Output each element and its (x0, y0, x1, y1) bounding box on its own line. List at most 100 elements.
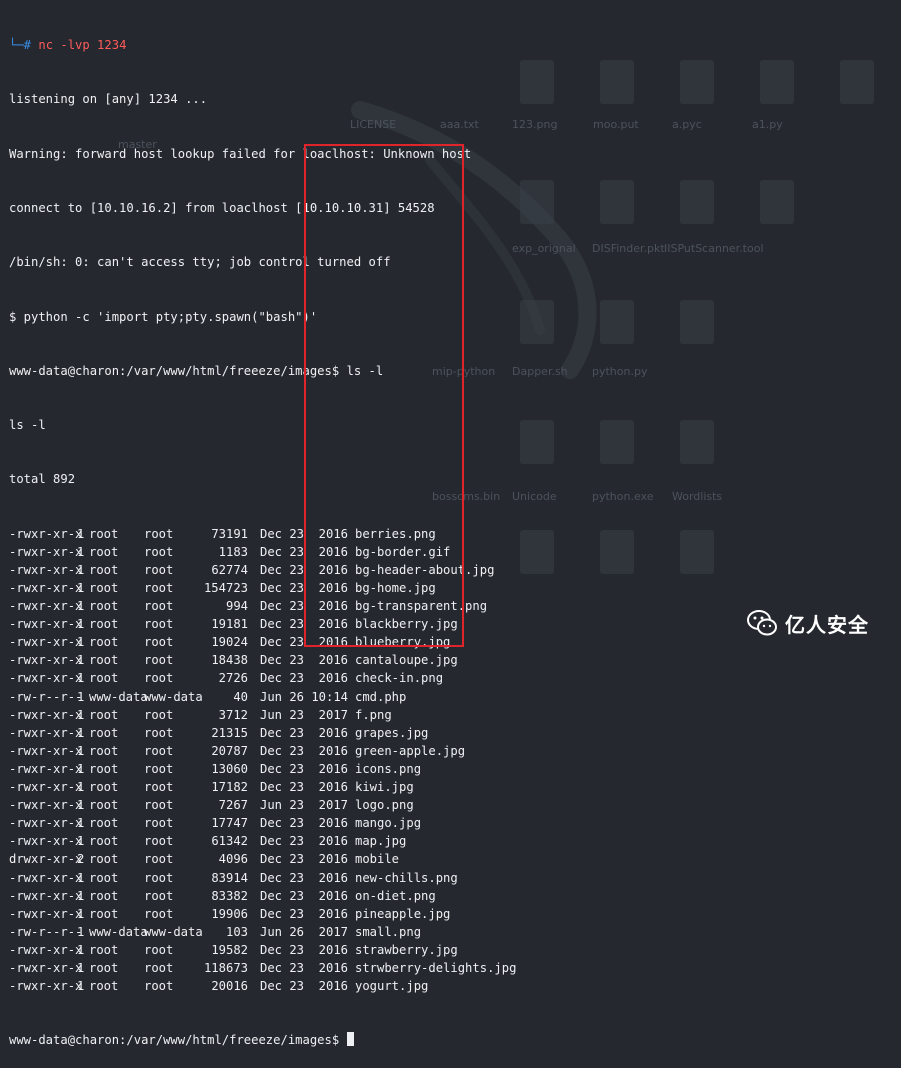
file-owner: root (89, 635, 119, 650)
file-row: -rwxr-xr-x 1 root root 21315 Dec 23 2016 grapes.… (9, 724, 889, 742)
file-day: 23 (289, 526, 304, 541)
file-links: 1 (77, 562, 85, 577)
file-row: -rw-r--r-- 1 www-data www-data 40 Jun 26 10:14 c… (9, 688, 889, 706)
file-time: 2016 (318, 888, 348, 903)
file-month: Dec (259, 653, 282, 668)
file-size: 19582 (211, 942, 248, 957)
file-row: -rwxr-xr-x 1 root root 118673 Dec 23 2016 strwbe… (9, 959, 889, 977)
file-month: Dec (259, 780, 282, 795)
file-owner: root (89, 544, 119, 559)
file-group: root (144, 599, 174, 614)
file-group: root (144, 743, 174, 758)
file-perm: -rwxr-xr-x (9, 653, 83, 668)
file-perm: -rwxr-xr-x (9, 906, 83, 921)
file-size: 4096 (218, 852, 248, 867)
file-month: Dec (259, 743, 282, 758)
file-group: root (144, 870, 174, 885)
file-links: 1 (77, 526, 85, 541)
file-owner: root (89, 707, 119, 722)
file-group: root (144, 942, 174, 957)
file-time: 2016 (318, 942, 348, 957)
file-group: root (144, 725, 174, 740)
file-size: 103 (225, 924, 248, 939)
file-links: 1 (77, 635, 85, 650)
file-perm: -rwxr-xr-x (9, 671, 83, 686)
file-name: cantaloupe.jpg (355, 653, 458, 668)
file-size: 17747 (211, 816, 248, 831)
file-size: 61342 (211, 834, 248, 849)
file-month: Dec (259, 526, 282, 541)
file-row: -rwxr-xr-x 1 root root 83914 Dec 23 2016 new-chi… (9, 869, 889, 887)
file-name: yogurt.jpg (355, 979, 429, 994)
file-day: 23 (289, 870, 304, 885)
file-owner: root (89, 852, 119, 867)
file-perm: -rwxr-xr-x (9, 780, 83, 795)
file-time: 2016 (318, 653, 348, 668)
file-time: 2016 (318, 671, 348, 686)
file-group: root (144, 834, 174, 849)
listener-prompt-line: └─# nc -lvp 1234 (9, 36, 889, 54)
file-owner: root (89, 761, 119, 776)
file-owner: www-data (89, 689, 148, 704)
file-group: root (144, 707, 174, 722)
file-name: strwberry-delights.jpg (355, 960, 517, 975)
file-owner: root (89, 617, 119, 632)
file-size: 83382 (211, 888, 248, 903)
file-time: 2017 (318, 924, 348, 939)
file-owner: root (89, 816, 119, 831)
file-name: mobile (355, 852, 400, 867)
file-links: 1 (77, 888, 85, 903)
watermark-text: 亿人安全 (785, 612, 869, 637)
file-size: 21315 (211, 725, 248, 740)
file-name: kiwi.jpg (355, 780, 414, 795)
file-group: root (144, 581, 174, 595)
file-links: 1 (77, 942, 85, 957)
file-month: Dec (259, 979, 282, 994)
file-group: root (144, 635, 174, 650)
file-name: small.png (355, 924, 422, 939)
final-prompt-line: www-data@charon:/var/www/html/freeeze/im… (9, 1031, 889, 1049)
file-day: 23 (289, 707, 304, 722)
file-month: Dec (259, 725, 282, 740)
file-perm: drwxr-xr-x (9, 852, 83, 867)
file-day: 23 (289, 562, 304, 577)
file-time: 2016 (318, 761, 348, 776)
file-links: 1 (77, 906, 85, 921)
file-month: Dec (259, 761, 282, 776)
file-name: mango.jpg (355, 816, 422, 831)
file-group: www-data (144, 689, 203, 704)
file-row: -rwxr-xr-x 1 root root 61342 Dec 23 2016 map.jpg (9, 832, 889, 850)
netcat-command: nc -lvp 1234 (38, 38, 127, 53)
file-row: -rwxr-xr-x 1 root root 19906 Dec 23 2016 pineapp… (9, 905, 889, 923)
file-row: -rwxr-xr-x 1 root root 3712 Jun 23 2017 f.png (9, 706, 889, 724)
file-group: root (144, 906, 174, 921)
file-day: 23 (289, 653, 304, 668)
file-row: -rw-r--r-- 1 www-data www-data 103 Jun 26 2017 s… (9, 923, 889, 941)
file-owner: root (89, 780, 119, 795)
file-links: 1 (77, 707, 85, 722)
file-group: root (144, 653, 174, 668)
file-row: drwxr-xr-x 2 root root 4096 Dec 23 2016 mobile (9, 850, 889, 868)
file-size: 1183 (218, 544, 248, 559)
file-name: icons.png (355, 761, 422, 776)
file-day: 23 (289, 617, 304, 632)
file-owner: root (89, 834, 119, 849)
file-group: root (144, 671, 174, 686)
file-size: 40 (233, 689, 248, 704)
file-month: Dec (259, 960, 282, 975)
file-owner: root (89, 906, 119, 921)
file-size: 73191 (211, 526, 248, 541)
file-perm: -rw-r--r-- (9, 924, 83, 939)
file-size: 19024 (211, 635, 248, 650)
prompt-glyph: └─# (9, 38, 32, 53)
file-perm: -rwxr-xr-x (9, 526, 83, 541)
file-owner: root (89, 671, 119, 686)
file-row: -rwxr-xr-x 1 root root 18438 Dec 23 2016 cantalo… (9, 651, 889, 669)
file-size: 20016 (211, 979, 248, 994)
file-time: 2016 (318, 780, 348, 795)
file-group: root (144, 761, 174, 776)
file-owner: root (89, 562, 119, 577)
file-size: 154723 (203, 581, 248, 595)
file-row: -rwxr-xr-x 1 root root 19582 Dec 23 2016 strawbe… (9, 941, 889, 959)
file-perm: -rwxr-xr-x (9, 942, 83, 957)
